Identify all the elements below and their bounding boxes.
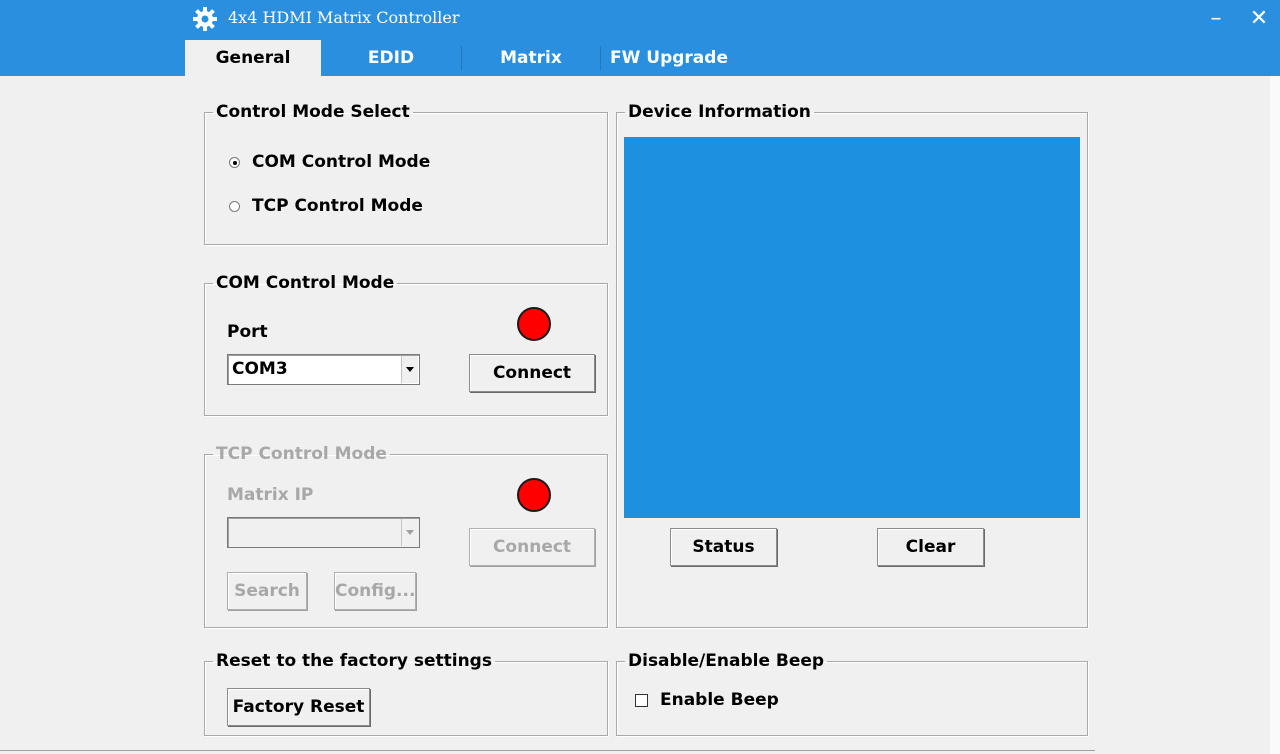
gear-icon: [193, 7, 217, 31]
matrix-ip-label: Matrix IP: [227, 485, 314, 505]
tcp-mode-radio[interactable]: [229, 201, 240, 212]
chevron-down-icon[interactable]: [401, 356, 418, 383]
status-button[interactable]: Status: [670, 528, 777, 566]
control-mode-group: Control Mode Select: [204, 102, 608, 245]
close-button[interactable]: ✕: [1246, 2, 1272, 36]
enable-beep-checkbox[interactable]: [635, 694, 648, 707]
beep-legend: Disable/Enable Beep: [628, 651, 825, 671]
config-button[interactable]: Config...: [334, 572, 416, 610]
factory-reset-legend: Reset to the factory settings: [216, 651, 492, 671]
com-mode-radio-label[interactable]: COM Control Mode: [252, 152, 430, 172]
tab-matrix[interactable]: Matrix: [462, 40, 600, 76]
divider: [0, 750, 1095, 751]
port-select[interactable]: COM3: [227, 354, 420, 385]
tcp-mode-radio-label[interactable]: TCP Control Mode: [252, 196, 423, 216]
enable-beep-label[interactable]: Enable Beep: [660, 690, 779, 710]
port-value: COM3: [232, 359, 288, 379]
tab-edid[interactable]: EDID: [322, 40, 460, 76]
com-mode-group: COM Control Mode: [204, 273, 608, 416]
factory-reset-button[interactable]: Factory Reset: [227, 688, 370, 726]
device-info-display[interactable]: [624, 137, 1080, 518]
clear-button[interactable]: Clear: [877, 528, 984, 566]
window-title: 4x4 HDMI Matrix Controller: [228, 8, 460, 27]
tcp-status-indicator: [517, 478, 551, 512]
search-button[interactable]: Search: [227, 572, 307, 610]
com-mode-radio[interactable]: [229, 157, 240, 168]
control-mode-legend: Control Mode Select: [216, 102, 410, 122]
port-label: Port: [227, 322, 268, 342]
minimize-button[interactable]: –: [1204, 2, 1228, 36]
tab-general[interactable]: General: [185, 40, 321, 76]
com-status-indicator: [517, 307, 551, 341]
chevron-down-icon[interactable]: [401, 519, 418, 546]
com-connect-button[interactable]: Connect: [469, 354, 595, 392]
tab-fw-upgrade[interactable]: FW Upgrade: [601, 40, 737, 76]
title-bar: 4x4 HDMI Matrix Controller – ✕ General E…: [0, 0, 1280, 76]
matrix-ip-select[interactable]: [227, 517, 420, 548]
tcp-mode-legend: TCP Control Mode: [216, 444, 387, 464]
com-mode-legend: COM Control Mode: [216, 273, 395, 293]
tcp-connect-button[interactable]: Connect: [469, 528, 595, 566]
device-info-legend: Device Information: [628, 102, 811, 122]
window-edge: [1270, 76, 1280, 754]
